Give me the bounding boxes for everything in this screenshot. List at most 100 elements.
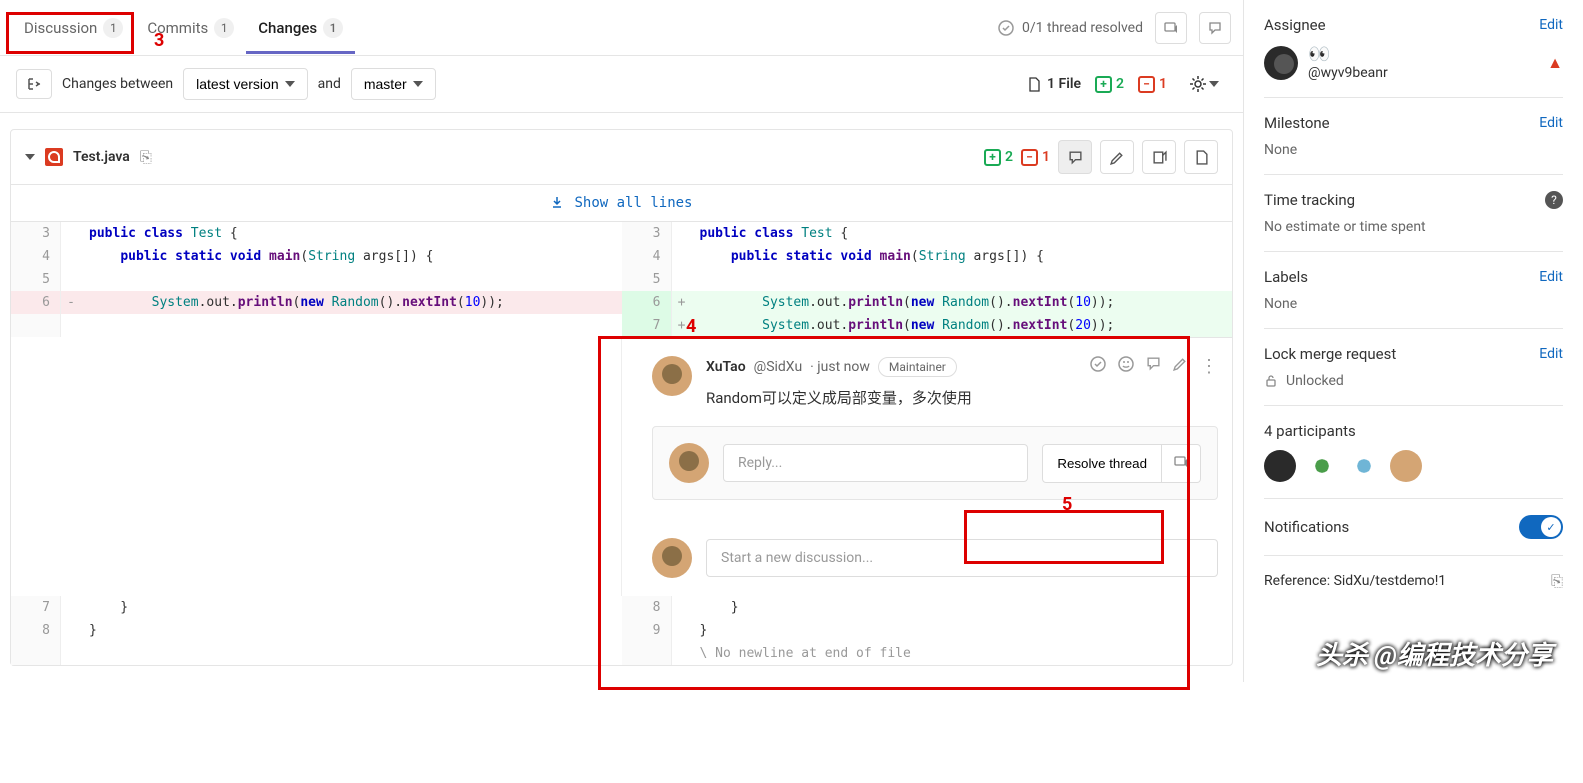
avatar[interactable] xyxy=(1264,46,1298,80)
view-file-button[interactable] xyxy=(1184,140,1218,174)
code-line: } xyxy=(692,619,1233,642)
new-discussion: Start a new discussion... xyxy=(622,538,1232,596)
tab-commits[interactable]: Commits 1 xyxy=(135,2,246,54)
edit-milestone-button[interactable]: Edit xyxy=(1539,115,1563,131)
plus-icon: + xyxy=(984,149,1001,166)
comment-handle[interactable]: @SidXu xyxy=(754,359,803,375)
comment-time: · just now xyxy=(810,359,870,375)
assignee-handle[interactable]: @wyv9beanr xyxy=(1308,65,1388,81)
lock-title: Lock merge request xyxy=(1264,345,1396,363)
target-select[interactable]: master xyxy=(351,68,436,100)
milestone-title: Milestone xyxy=(1264,114,1330,132)
annotation-number: 4 xyxy=(686,316,696,337)
tab-discussion[interactable]: Discussion 1 xyxy=(12,2,135,54)
resolve-dropdown-button[interactable] xyxy=(1162,444,1201,483)
participant-avatar[interactable] xyxy=(1306,450,1338,482)
file-tree-toggle[interactable] xyxy=(16,69,52,99)
external-icon xyxy=(1152,150,1167,165)
diff-content-tail: 7 } 8 } 8} 9} \ No newline at end of fil… xyxy=(11,596,1232,665)
code-line xyxy=(692,268,1233,291)
java-file-icon xyxy=(45,148,63,166)
comment-text: Random可以定义成局部变量，多次使用 xyxy=(706,387,1218,408)
copy-path-icon[interactable]: ⎘ xyxy=(140,148,152,166)
code-line: public static void main(String args[]) { xyxy=(692,245,1233,268)
no-newline-text: \ No newline at end of file xyxy=(692,642,1233,665)
chevron-down-icon xyxy=(1209,81,1219,87)
comment-author[interactable]: XuTao xyxy=(706,359,746,375)
code-line xyxy=(81,268,622,291)
code-line: System.out.println(new Random().nextInt(… xyxy=(692,314,1233,337)
comment-icon xyxy=(1068,150,1083,165)
file-deletions: − 1 xyxy=(1021,149,1050,166)
file-icon xyxy=(1028,77,1041,92)
role-badge: Maintainer xyxy=(878,357,957,377)
reply-input[interactable]: Reply... xyxy=(723,444,1028,482)
copy-reference-icon[interactable]: ⎘ xyxy=(1551,572,1563,590)
code-line: public class Test { xyxy=(81,222,622,245)
pencil-icon xyxy=(1110,150,1125,165)
tab-label: Changes xyxy=(258,19,317,37)
avatar[interactable] xyxy=(669,443,709,483)
lock-value: Unlocked xyxy=(1264,373,1563,389)
more-icon[interactable]: ⋮ xyxy=(1200,356,1218,377)
plus-icon: + xyxy=(1095,76,1112,93)
notifications-title: Notifications xyxy=(1264,518,1349,536)
diff-content: 3public class Test { 3public class Test … xyxy=(11,222,1232,337)
file-count: 1 File xyxy=(1028,76,1081,92)
reply-box: Reply... Resolve thread xyxy=(652,426,1218,500)
file-name: Test.java xyxy=(73,149,130,165)
participant-avatar[interactable] xyxy=(1348,450,1380,482)
emoji-icon[interactable] xyxy=(1118,356,1134,377)
comment-toggle-button[interactable] xyxy=(1058,140,1092,174)
code-line: System.out.println(new Random().nextInt(… xyxy=(81,291,622,314)
code-line: public class Test { xyxy=(692,222,1233,245)
discussion-thread: XuTao @SidXu · just now Maintainer xyxy=(622,337,1232,518)
tab-changes[interactable]: Changes 1 xyxy=(246,2,355,54)
thread-status: 0/1 thread resolved xyxy=(998,20,1143,36)
comment-icon xyxy=(1208,21,1222,35)
show-all-lines-button[interactable]: Show all lines xyxy=(11,185,1232,222)
file-additions: + 2 xyxy=(984,149,1013,166)
chevron-down-icon xyxy=(285,81,295,87)
participant-avatar[interactable] xyxy=(1390,450,1422,482)
code-line: } xyxy=(692,596,1233,619)
milestone-value: None xyxy=(1264,142,1563,158)
minus-icon: − xyxy=(1138,76,1155,93)
file-icon xyxy=(1194,150,1209,165)
diff-settings-button[interactable] xyxy=(1181,71,1227,97)
edit-file-button[interactable] xyxy=(1100,140,1134,174)
version-select[interactable]: latest version xyxy=(183,68,307,100)
notifications-toggle[interactable] xyxy=(1519,515,1563,539)
comment: XuTao @SidXu · just now Maintainer xyxy=(652,356,1218,408)
reply-icon[interactable] xyxy=(1146,356,1161,377)
code-line: } xyxy=(81,619,622,642)
avatar[interactable] xyxy=(652,356,692,396)
code-line: public static void main(String args[]) { xyxy=(81,245,622,268)
reference-text: Reference: SidXu/testdemo!1 xyxy=(1264,573,1446,589)
new-discussion-input[interactable]: Start a new discussion... xyxy=(706,539,1218,577)
resolve-icon[interactable] xyxy=(1090,356,1106,377)
edit-lock-button[interactable]: Edit xyxy=(1539,346,1563,362)
expand-threads-button[interactable] xyxy=(1155,12,1187,44)
and-label: and xyxy=(318,76,341,92)
help-icon[interactable]: ? xyxy=(1545,191,1563,209)
mr-sidebar: Assignee Edit 👀 @wyv9beanr ▲ Milestone E… xyxy=(1243,0,1583,682)
chevron-down-icon xyxy=(413,81,423,87)
collapse-icon[interactable] xyxy=(25,154,35,160)
edit-assignee-button[interactable]: Edit xyxy=(1539,17,1563,33)
participant-avatar[interactable] xyxy=(1264,450,1296,482)
new-issue-icon xyxy=(1174,455,1188,469)
deletions-count: − 1 xyxy=(1138,76,1167,93)
participants-row xyxy=(1264,450,1563,482)
tree-icon xyxy=(27,77,41,91)
resolve-thread-button[interactable]: Resolve thread xyxy=(1042,444,1162,483)
external-button[interactable] xyxy=(1142,140,1176,174)
comment-view-button[interactable] xyxy=(1199,12,1231,44)
diff-toolbar: Changes between latest version and maste… xyxy=(0,56,1243,113)
annotation-number: 3 xyxy=(154,30,164,51)
edit-labels-button[interactable]: Edit xyxy=(1539,269,1563,285)
edit-icon[interactable] xyxy=(1173,356,1188,377)
avatar[interactable] xyxy=(652,538,692,578)
tab-count: 1 xyxy=(103,18,123,38)
expand-icon xyxy=(550,195,564,209)
